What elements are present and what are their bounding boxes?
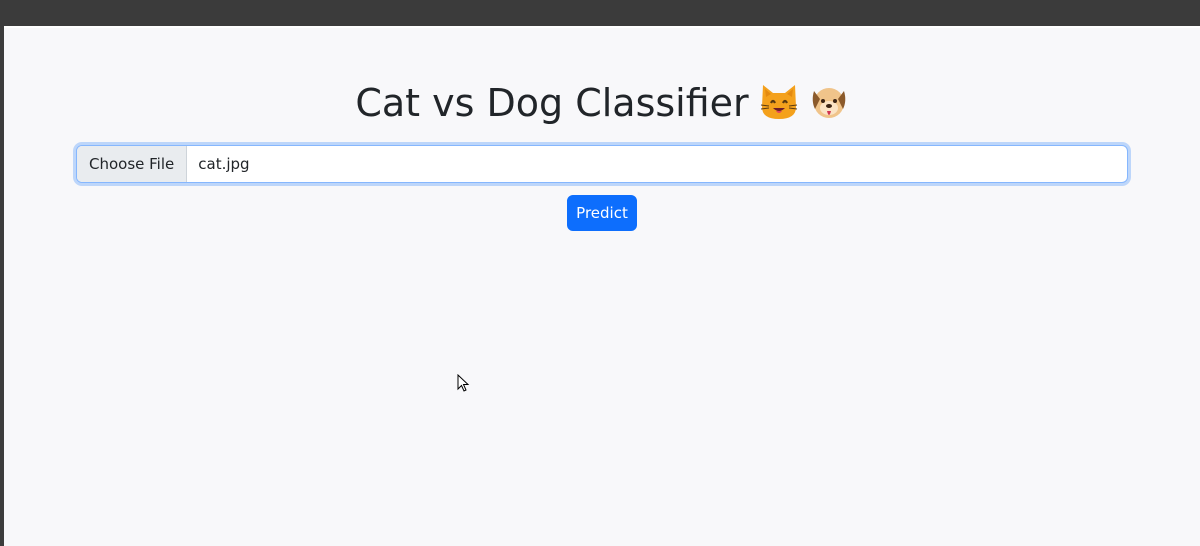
predict-button[interactable]: Predict — [567, 195, 637, 231]
mouse-pointer-icon — [457, 373, 471, 398]
cat-face-icon — [759, 83, 799, 131]
file-upload-field[interactable]: Choose File cat.jpg — [76, 145, 1128, 183]
window-top-bar — [0, 0, 1200, 26]
page-title: Cat vs Dog Classifier — [4, 80, 1200, 131]
page-title-text: Cat vs Dog Classifier — [355, 81, 749, 125]
selected-file-name: cat.jpg — [198, 155, 250, 173]
dog-face-icon — [809, 83, 849, 131]
page-viewport: Cat vs Dog Classifier Choose File cat.jp… — [4, 26, 1200, 546]
choose-file-button[interactable]: Choose File — [77, 146, 188, 182]
